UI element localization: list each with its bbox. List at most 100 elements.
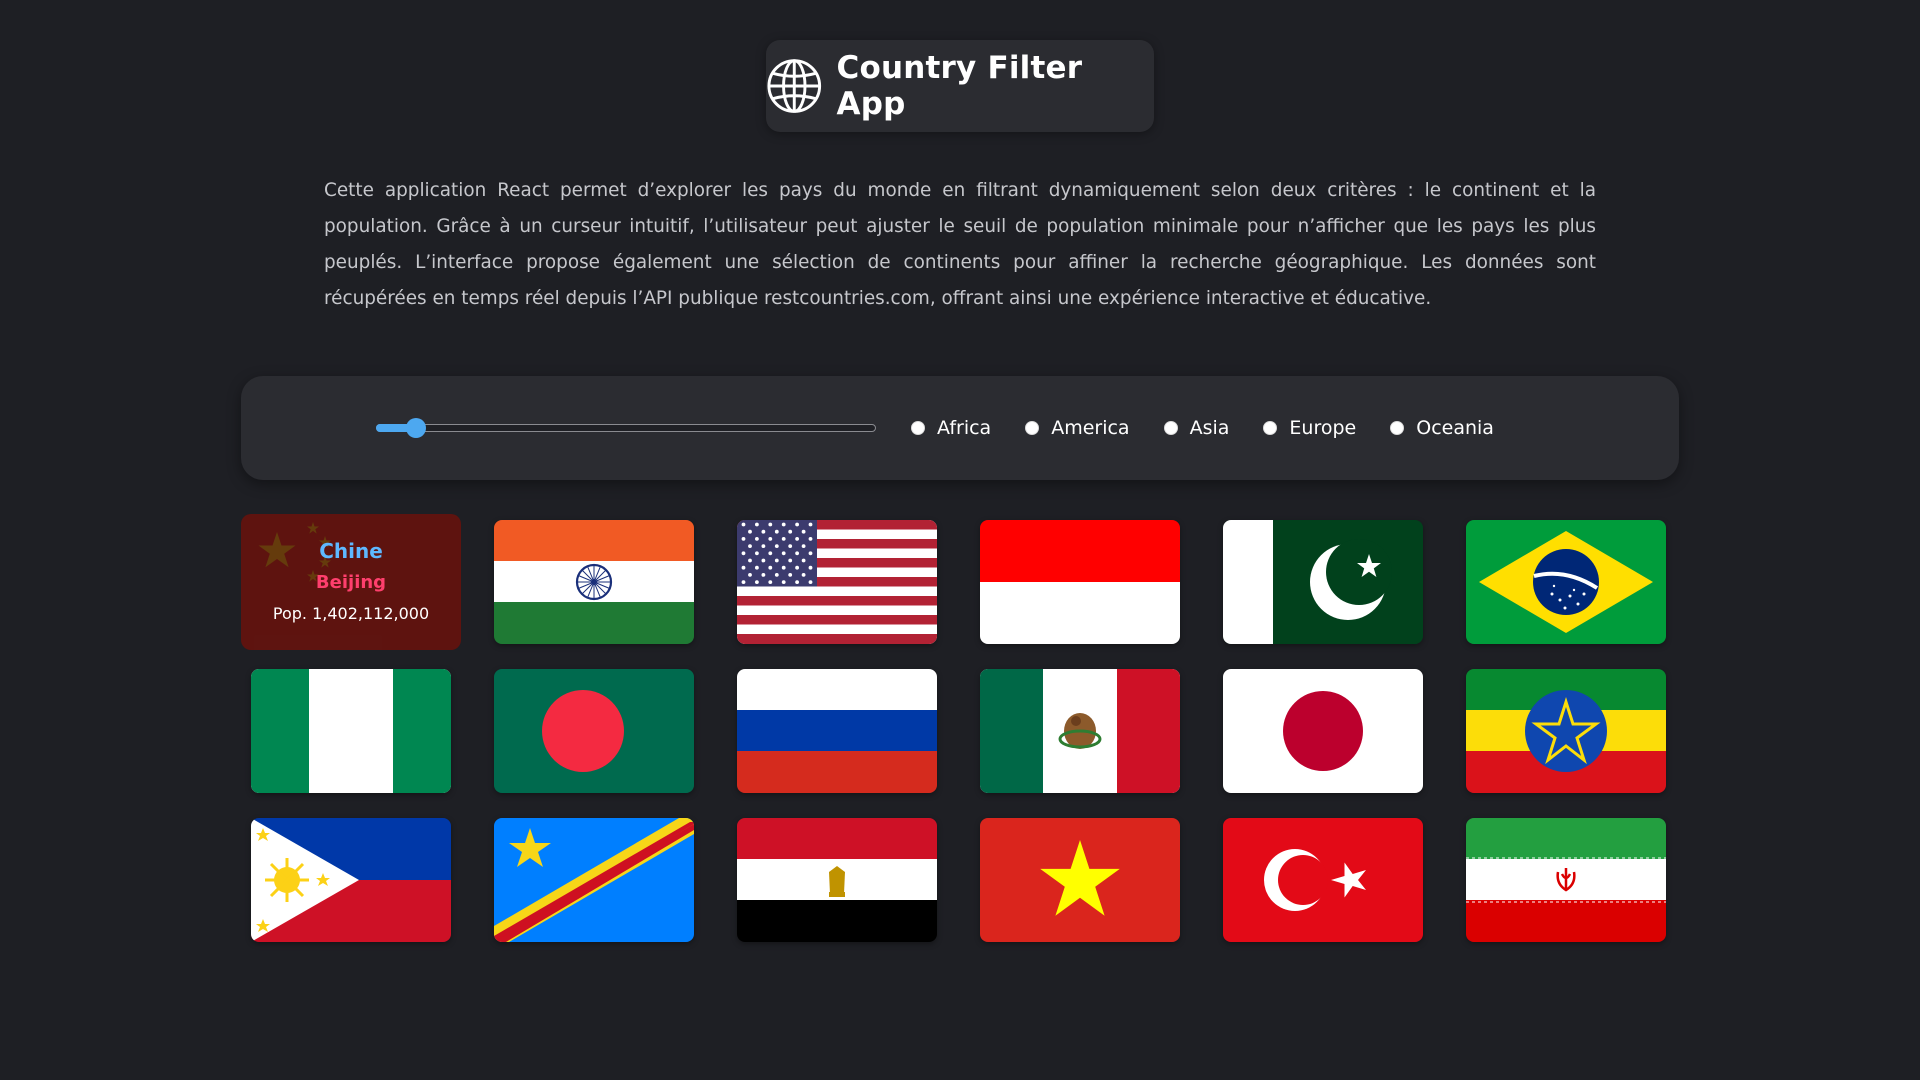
star-mark — [795, 537, 799, 541]
star-mark — [781, 551, 786, 556]
united-states-flag-icon — [737, 520, 937, 644]
star-mark — [768, 551, 773, 556]
radio-label: Asia — [1189, 417, 1230, 439]
star-mark — [768, 522, 773, 527]
country-details: Chine Beijing Pop. 1,402,112,000 — [241, 514, 461, 650]
population-slider[interactable] — [376, 418, 876, 438]
star-mark — [808, 522, 813, 527]
radio-button[interactable] — [911, 421, 925, 435]
star-mark — [801, 558, 806, 563]
star-mark — [741, 522, 746, 527]
filter-bar: Africa America Asia Europe Oceania — [241, 376, 1679, 480]
star-mark — [761, 529, 766, 534]
flag-card-bangladesh[interactable] — [494, 669, 694, 793]
flag-card-india[interactable] — [494, 520, 694, 644]
philippines-flag-icon — [251, 818, 451, 942]
country-card-china[interactable]: Chine Beijing Pop. 1,402,112,000 — [241, 514, 461, 650]
flag-card-vietnam[interactable] — [980, 818, 1180, 942]
star-mark — [774, 544, 779, 548]
radio-button[interactable] — [1025, 421, 1040, 435]
globe-icon — [767, 59, 822, 113]
indonesia-flag-icon — [980, 520, 1180, 644]
flag-card-iran[interactable] — [1466, 818, 1666, 942]
radio-button[interactable] — [1390, 421, 1405, 435]
star-mark — [761, 573, 766, 577]
star-mark — [795, 522, 799, 527]
radio-button[interactable] — [1263, 421, 1278, 435]
mexico-flag-icon — [980, 669, 1180, 793]
star-mark — [808, 580, 813, 584]
star-mark — [801, 529, 806, 534]
radio-label: Africa — [937, 417, 992, 439]
star-mark — [755, 565, 759, 570]
star-mark — [774, 529, 779, 534]
country-population: Pop. 1,402,112,000 — [272, 604, 430, 623]
star-mark — [748, 558, 752, 563]
star-mark — [788, 529, 793, 534]
flag-card-egypt[interactable] — [737, 818, 937, 942]
app-page: Country Filter App Cette application Rea… — [0, 0, 1920, 1080]
flag-card-japan[interactable] — [1223, 669, 1423, 793]
star-mark — [781, 537, 786, 541]
star-mark — [748, 529, 752, 534]
slider-thumb[interactable] — [406, 418, 426, 438]
country-grid: Chine Beijing Pop. 1,402,112,000 — [241, 514, 1679, 950]
star-mark — [748, 544, 752, 548]
star-mark — [768, 565, 773, 570]
vietnam-flag-icon — [980, 818, 1180, 942]
turkey-flag-icon — [1223, 818, 1423, 942]
flag-card-pakistan[interactable] — [1223, 520, 1423, 644]
star-mark — [808, 537, 813, 541]
star-mark — [755, 580, 759, 584]
flag-card-ethiopia[interactable] — [1466, 669, 1666, 793]
star-mark — [774, 573, 779, 577]
radio-africa[interactable]: Africa — [911, 417, 991, 439]
star-mark — [755, 551, 759, 556]
radio-label: Europe — [1289, 417, 1357, 439]
flag-card-turkey[interactable] — [1223, 818, 1423, 942]
star-mark — [781, 522, 786, 527]
star-mark — [755, 522, 759, 527]
egypt-flag-icon — [737, 818, 937, 942]
flag-card-brazil[interactable] — [1466, 520, 1666, 644]
radio-label: America — [1051, 417, 1130, 439]
flag-card-mexico[interactable] — [980, 669, 1180, 793]
star-mark — [788, 573, 793, 577]
radio-oceania[interactable]: Oceania — [1390, 417, 1494, 439]
star-mark — [788, 558, 793, 563]
continent-radio-group: Africa America Asia Europe Oceania — [911, 376, 1528, 480]
flag-card-indonesia[interactable] — [980, 520, 1180, 644]
star-mark — [801, 544, 806, 548]
app-title: Country Filter App — [836, 50, 1083, 122]
radio-europe[interactable]: Europe — [1263, 417, 1356, 439]
flag-card-nigeria[interactable] — [251, 669, 451, 793]
star-mark — [741, 580, 746, 584]
country-name: Chine — [319, 539, 383, 563]
flag-card-russia[interactable] — [737, 669, 937, 793]
bangladesh-flag-icon — [494, 669, 694, 793]
radio-america[interactable]: America — [1025, 417, 1130, 439]
flag-card-united-states[interactable] — [737, 520, 937, 644]
star-mark — [768, 580, 773, 584]
radio-button[interactable] — [1163, 421, 1178, 435]
star-mark — [761, 558, 766, 563]
star-mark — [755, 537, 759, 541]
star-mark — [741, 565, 746, 570]
radio-label: Oceania — [1416, 417, 1494, 439]
flag-card-dr-congo[interactable] — [494, 818, 694, 942]
japan-flag-icon — [1223, 669, 1423, 793]
star-mark — [801, 573, 806, 577]
star-mark — [795, 565, 799, 570]
russia-flag-icon — [737, 669, 937, 793]
app-description: Cette application React permet d’explore… — [324, 180, 1596, 309]
ethiopia-flag-icon — [1466, 669, 1666, 793]
radio-asia[interactable]: Asia — [1163, 417, 1230, 439]
star-mark — [795, 551, 799, 556]
iran-flag-icon — [1466, 818, 1666, 942]
flag-card-philippines[interactable] — [251, 818, 451, 942]
star-mark — [748, 573, 752, 577]
star-mark — [808, 551, 813, 556]
dr-congo-flag-icon — [494, 818, 694, 942]
star-mark — [774, 558, 779, 563]
star-mark — [761, 544, 766, 548]
